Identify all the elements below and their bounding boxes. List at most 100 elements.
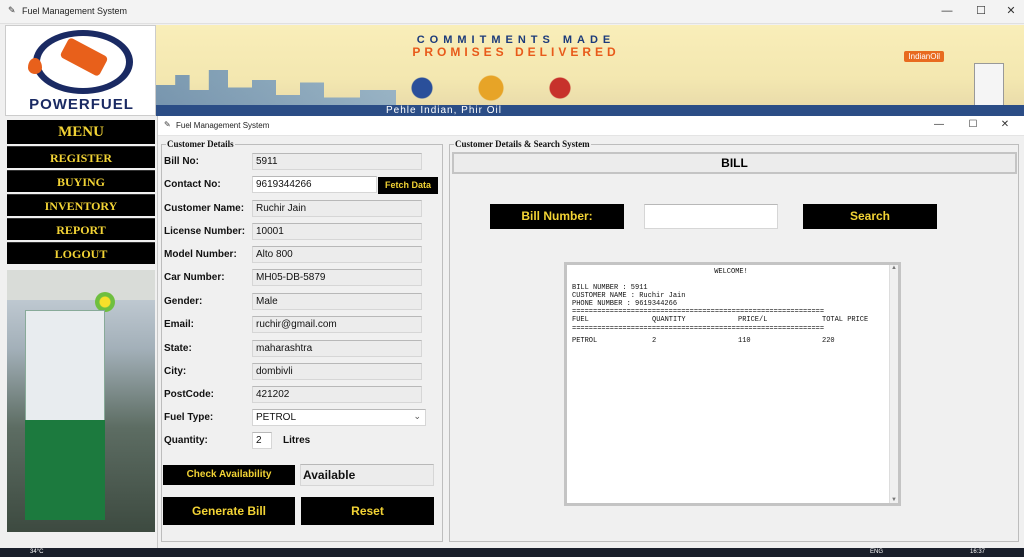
- bill-col-qty: QUANTITY: [652, 316, 686, 324]
- bill-columns: FUEL QUANTITY PRICE/L TOTAL PRICE: [572, 316, 890, 325]
- gender-field: Male: [252, 293, 422, 310]
- bp-logo-icon: [95, 292, 115, 312]
- outer-window-title: Fuel Management System: [22, 6, 128, 16]
- bill-row-fuel: PETROL: [572, 337, 598, 345]
- bill-customer-line: CUSTOMER NAME : Ruchir Jain: [572, 292, 686, 300]
- logo: POWERFUEL: [5, 25, 156, 116]
- fuel-type-select[interactable]: PETROL ⌄: [252, 409, 426, 426]
- city-label: City:: [164, 366, 187, 377]
- email-label: Email:: [164, 319, 195, 330]
- fuel-type-value: PETROL: [256, 412, 297, 423]
- bill-content: WELCOME! BILL NUMBER : 5911 CUSTOMER NAM…: [572, 268, 890, 346]
- bill-row-total: 220: [822, 337, 835, 345]
- scroll-up-icon[interactable]: ▲: [891, 265, 897, 271]
- customer-details-title: Customer Details: [166, 139, 235, 149]
- customer-name-label: Customer Name:: [164, 203, 245, 214]
- bill-col-price: PRICE/L: [738, 316, 768, 324]
- banner-headline-2: PROMISES DELIVERED: [412, 45, 620, 59]
- bill-row-price: 110: [738, 337, 751, 345]
- banner-workers: [376, 71, 606, 105]
- bill-header: BILL: [452, 152, 1017, 174]
- contact-input[interactable]: 9619344266: [252, 176, 377, 193]
- banner-brand: IndianOil: [904, 51, 944, 62]
- car-number-label: Car Number:: [164, 272, 225, 283]
- menu-logout-button[interactable]: LOGOUT: [7, 242, 155, 264]
- state-field: maharashtra: [252, 340, 422, 357]
- inner-window: ✎ Fuel Management System — ☐ ✕ Customer …: [157, 116, 1024, 557]
- search-button[interactable]: Search: [803, 204, 937, 229]
- litres-label: Litres: [283, 435, 311, 446]
- close-icon[interactable]: ✕: [996, 4, 1024, 17]
- inner-window-title: Fuel Management System: [176, 121, 270, 130]
- car-number-field: MH05-DB-5879: [252, 269, 422, 286]
- language-indicator[interactable]: ENG: [870, 549, 883, 555]
- model-field: Alto 800: [252, 246, 422, 263]
- side-menu: MENU REGISTER BUYING INVENTORY REPORT LO…: [7, 120, 155, 268]
- fuel-pump-photo: [7, 270, 155, 532]
- bill-col-fuel: FUEL: [572, 316, 589, 324]
- bill-row: PETROL 2 110 220: [572, 337, 890, 346]
- gender-label: Gender:: [164, 296, 203, 307]
- license-label: License Number:: [164, 226, 246, 237]
- photo-dispenser-base: [25, 420, 105, 520]
- banner-pump: [974, 63, 1004, 108]
- photo-canopy: [7, 270, 155, 300]
- bill-no-field: 5911: [252, 153, 422, 170]
- bill-scrollbar[interactable]: ▲ ▼: [889, 265, 898, 503]
- bill-no-label: Bill No:: [164, 156, 199, 167]
- logo-text: POWERFUEL: [29, 96, 134, 113]
- feather-icon: ✎: [8, 5, 16, 15]
- quantity-input[interactable]: 2: [252, 432, 272, 449]
- postcode-label: PostCode:: [164, 389, 214, 400]
- fuel-drop-icon: [28, 58, 42, 74]
- outer-title-bar: ✎ Fuel Management System — ☐ ✕: [0, 0, 1024, 24]
- postcode-field: 421202: [252, 386, 422, 403]
- bill-col-total: TOTAL PRICE: [822, 316, 869, 324]
- bill-welcome: WELCOME!: [714, 268, 748, 276]
- quantity-label: Quantity:: [164, 435, 208, 446]
- chevron-down-icon: ⌄: [413, 411, 421, 421]
- close-icon[interactable]: ✕: [990, 119, 1020, 130]
- menu-buying-button[interactable]: BUYING: [7, 170, 155, 192]
- generate-bill-button[interactable]: Generate Bill: [163, 497, 295, 525]
- availability-status: Available: [300, 464, 434, 486]
- minimize-icon[interactable]: —: [924, 119, 954, 130]
- banner-tagline: Pehle Indian, Phir Oil: [386, 105, 502, 116]
- scroll-down-icon[interactable]: ▼: [891, 497, 897, 503]
- email-field: ruchir@gmail.com: [252, 316, 422, 333]
- license-field: 10001: [252, 223, 422, 240]
- contact-label: Contact No:: [164, 179, 221, 190]
- feather-icon: ✎: [164, 120, 171, 129]
- search-system-title: Customer Details & Search System: [454, 139, 591, 149]
- inner-title-bar: ✎ Fuel Management System — ☐ ✕: [158, 116, 1024, 136]
- menu-inventory-button[interactable]: INVENTORY: [7, 194, 155, 216]
- city-field: dombivli: [252, 363, 422, 380]
- state-label: State:: [164, 343, 192, 354]
- check-availability-button[interactable]: Check Availability: [163, 465, 295, 485]
- reset-button[interactable]: Reset: [301, 497, 434, 525]
- clock[interactable]: 16:37: [970, 549, 985, 555]
- taskbar: 34°C ENG 16:37: [0, 548, 1024, 557]
- fetch-data-button[interactable]: Fetch Data: [378, 177, 438, 194]
- weather-temp: 34°C: [30, 549, 44, 555]
- menu-register-button[interactable]: REGISTER: [7, 146, 155, 168]
- bill-number-input[interactable]: [644, 204, 778, 229]
- maximize-icon[interactable]: ☐: [958, 119, 988, 130]
- banner-image: COMMITMENTS MADE PROMISES DELIVERED Indi…: [156, 25, 1024, 116]
- menu-title: MENU: [7, 120, 155, 144]
- menu-report-button[interactable]: REPORT: [7, 218, 155, 240]
- bill-phone-line: PHONE NUMBER : 9619344266: [572, 300, 678, 308]
- bill-separator-2: ========================================…: [572, 325, 825, 333]
- maximize-icon[interactable]: ☐: [966, 4, 996, 17]
- bill-spacer: [572, 276, 890, 284]
- model-label: Model Number:: [164, 249, 237, 260]
- bill-separator-1: ========================================…: [572, 308, 825, 316]
- minimize-icon[interactable]: —: [932, 5, 962, 17]
- bill-number-line: BILL NUMBER : 5911: [572, 284, 648, 292]
- customer-name-field: Ruchir Jain: [252, 200, 422, 217]
- fuel-type-label: Fuel Type:: [164, 412, 214, 423]
- banner-road: [156, 105, 1024, 116]
- bill-row-qty: 2: [652, 337, 657, 345]
- bill-text-area[interactable]: WELCOME! BILL NUMBER : 5911 CUSTOMER NAM…: [564, 262, 901, 506]
- bill-number-label: Bill Number:: [490, 204, 624, 229]
